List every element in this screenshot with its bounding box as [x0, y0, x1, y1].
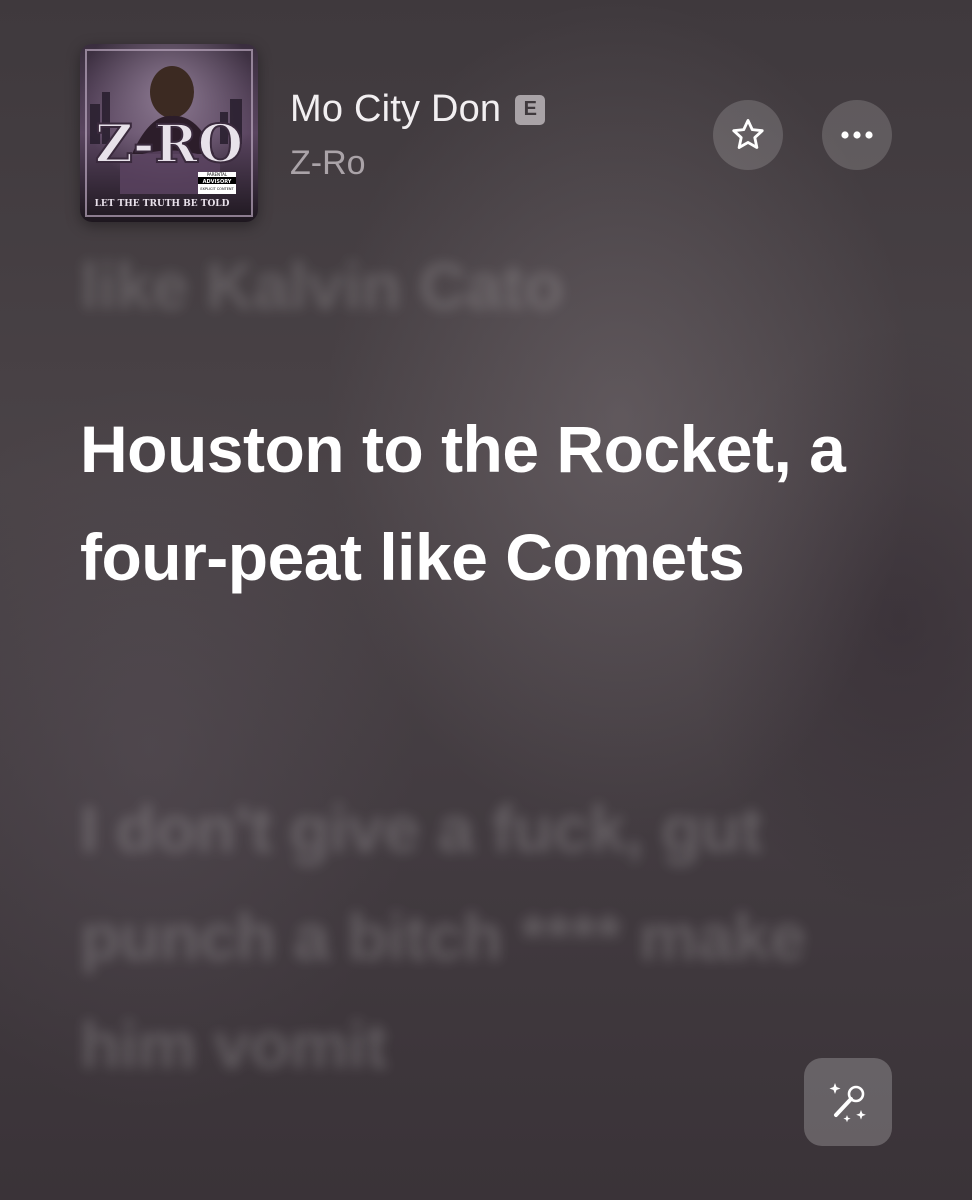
sing-mode-button[interactable]: [804, 1058, 892, 1146]
more-options-button[interactable]: [822, 100, 892, 170]
lyric-line-current[interactable]: Houston to the Rocket, a four-peat like …: [80, 395, 900, 611]
svg-text:EXPLICIT CONTENT: EXPLICIT CONTENT: [200, 187, 234, 191]
album-logo-text: Z-RO: [95, 114, 243, 175]
explicit-badge: E: [515, 94, 546, 125]
album-artwork[interactable]: Z-RO PARENTAL ADVISORY EXPLICIT CONTENT …: [80, 44, 258, 222]
ellipsis-icon: [841, 131, 873, 139]
svg-text:PARENTAL: PARENTAL: [207, 172, 228, 177]
now-playing-header: Z-RO PARENTAL ADVISORY EXPLICIT CONTENT …: [80, 44, 892, 224]
album-tagline-text: LET THE TRUTH BE TOLD: [95, 199, 230, 209]
star-icon: [732, 119, 764, 149]
album-artwork-image: Z-RO PARENTAL ADVISORY EXPLICIT CONTENT …: [80, 44, 258, 222]
track-title[interactable]: Mo City Don: [290, 88, 501, 131]
favorite-button[interactable]: [713, 100, 783, 170]
svg-text:ADVISORY: ADVISORY: [203, 179, 232, 185]
lyric-line-next[interactable]: I don't give a fuck, gut punch a bitch *…: [80, 775, 900, 1099]
track-title-row: Mo City Don E: [290, 88, 546, 131]
artist-name[interactable]: Z-Ro: [290, 144, 366, 183]
microphone-sparkle-icon: [829, 1083, 866, 1123]
lyric-line-previous[interactable]: like Kalvin Cato: [80, 232, 900, 340]
